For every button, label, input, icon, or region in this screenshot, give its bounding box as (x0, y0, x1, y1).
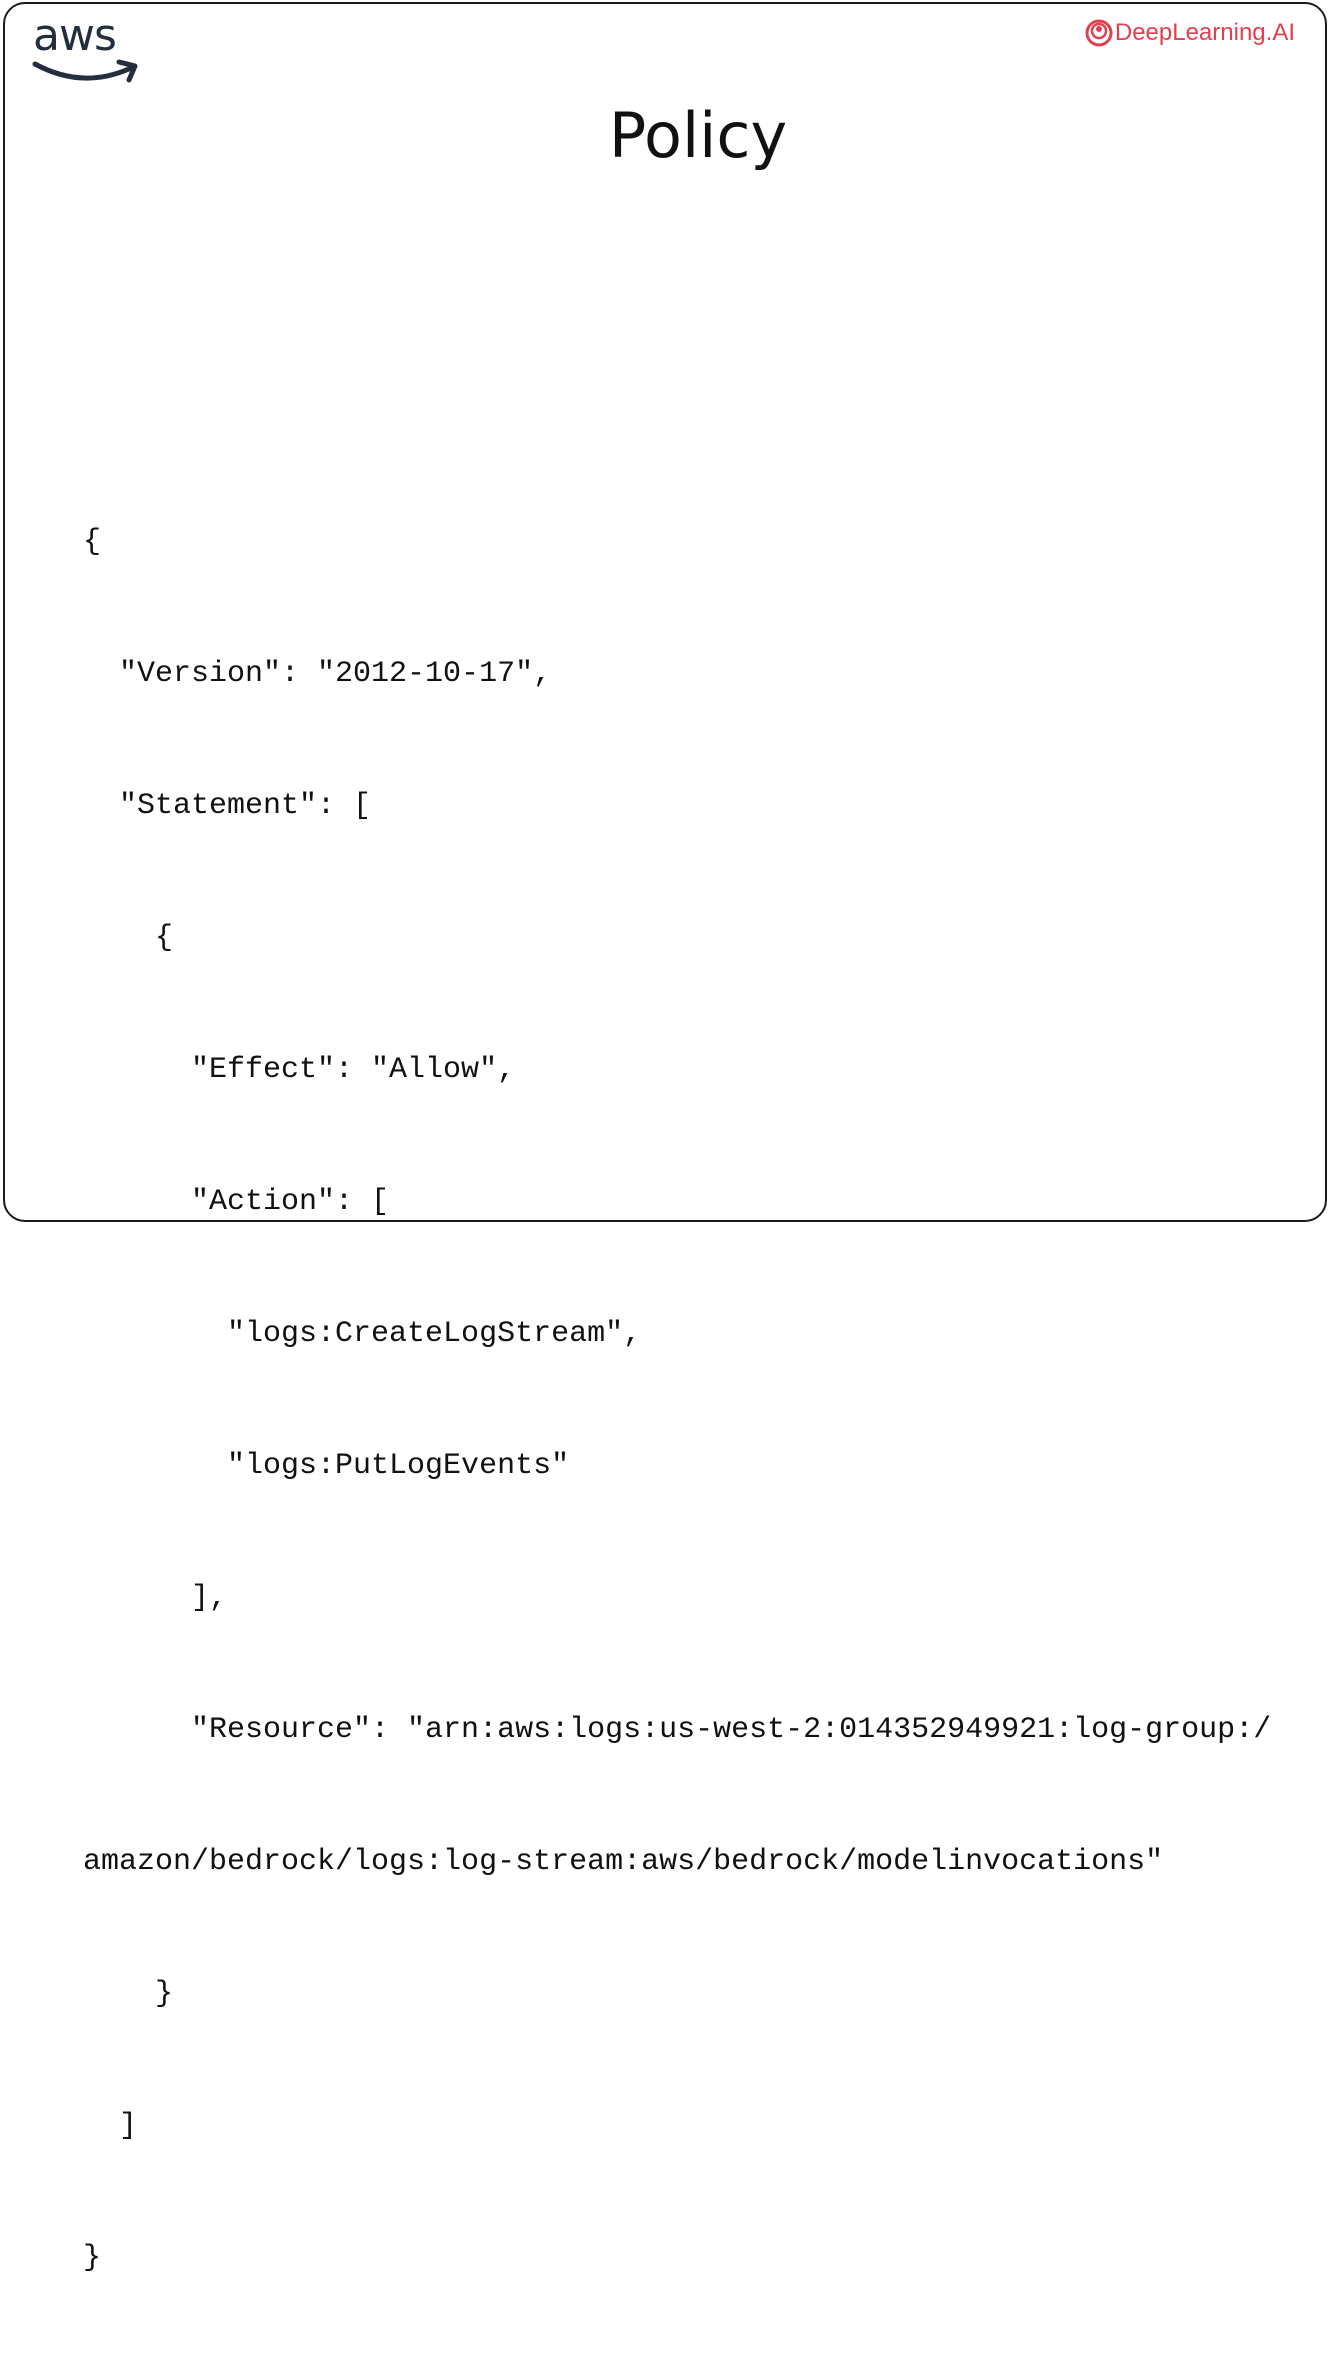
page-title: Policy (608, 99, 788, 172)
code-line: ] (83, 2109, 138, 2143)
brand-text: DeepLearning.AI (1114, 19, 1295, 46)
deeplearning-ai-icon (1085, 19, 1113, 47)
aws-smile-icon (32, 59, 138, 83)
code-line: } (83, 2241, 102, 2275)
code-line: "logs:PutLogEvents" (83, 1449, 570, 1483)
code-line: ], (83, 1581, 228, 1615)
aws-logo-text: aws (33, 10, 117, 61)
code-line: "Effect": "Allow", (83, 1053, 516, 1087)
code-line: { (83, 921, 174, 955)
code-line: "Resource": "arn:aws:logs:us-west-2:0143… (83, 1713, 1272, 1747)
code-line: "Version": "2012-10-17", (83, 657, 552, 691)
deeplearning-ai-logo: DeepLearning.AI (1085, 18, 1295, 48)
code-line: { (83, 525, 102, 559)
policy-json-code: { "Version": "2012-10-17", "Statement": … (83, 432, 1271, 2368)
aws-logo: aws (31, 12, 143, 84)
code-line: } (83, 1977, 174, 2011)
code-line: "Statement": [ (83, 789, 372, 823)
code-line: "Action": [ (83, 1185, 390, 1219)
code-line: amazon/bedrock/logs:log-stream:aws/bedro… (83, 1845, 1164, 1879)
code-line: "logs:CreateLogStream", (83, 1317, 642, 1351)
slide-frame: aws DeepLearning.AI Policy { "Version": … (3, 2, 1327, 2275)
